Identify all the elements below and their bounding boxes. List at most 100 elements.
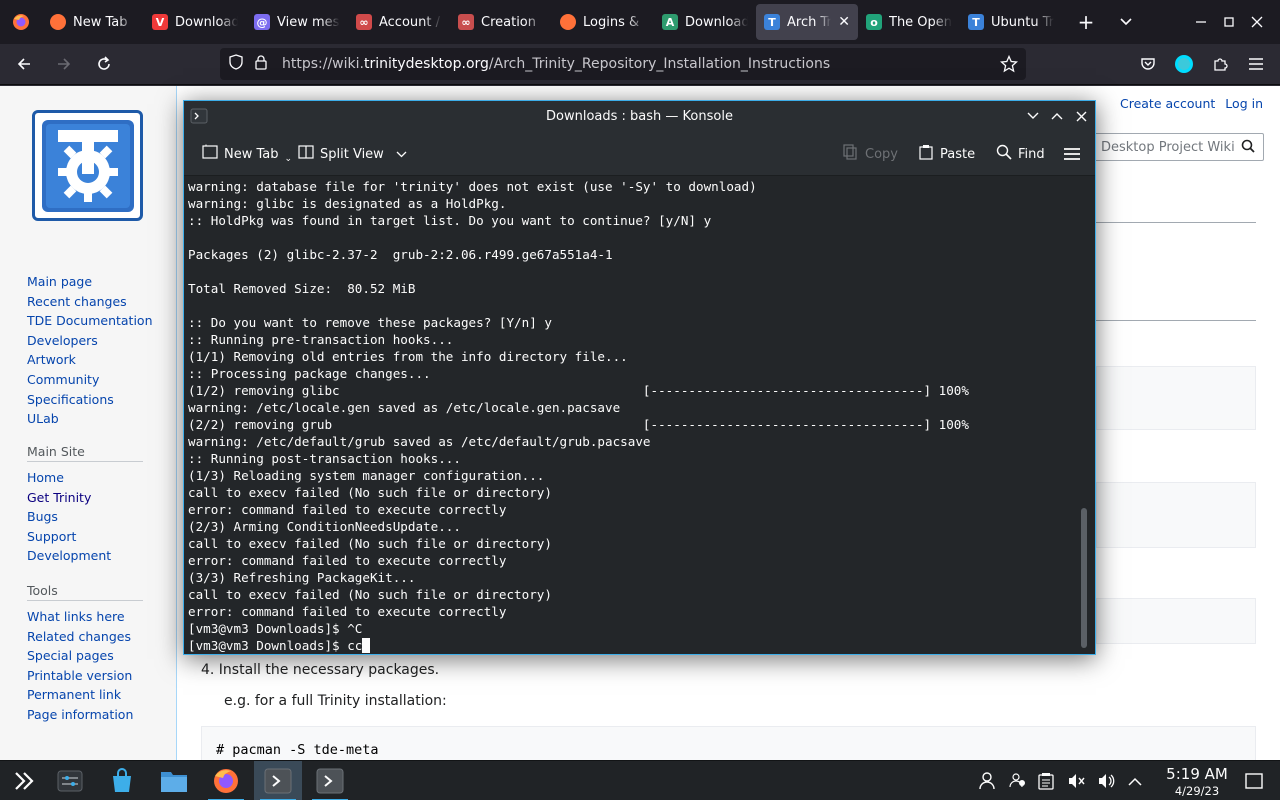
sidebar-item-permanent-link[interactable]: Permanent link (27, 685, 143, 705)
volume-icon[interactable] (1094, 769, 1118, 793)
sidebar-item-tde-documentation[interactable]: TDE Documentation (27, 311, 153, 331)
clock-date: 4/29/23 (1174, 784, 1220, 798)
account-avatar-icon[interactable] (1172, 52, 1196, 76)
reload-icon[interactable] (86, 48, 122, 80)
terminal-line: :: Running post-transaction hooks... (188, 451, 461, 466)
copy-label: Copy (865, 146, 898, 162)
create-account-link[interactable]: Create account (1120, 96, 1215, 111)
sidebar-item-development[interactable]: Development (27, 546, 143, 566)
konsole-taskbar-icon-2[interactable] (306, 761, 354, 800)
log-in-link[interactable]: Log in (1225, 96, 1263, 111)
tab-6[interactable]: A Download (654, 4, 756, 40)
terminal-line: (3/3) Refreshing PackageKit... (188, 570, 416, 585)
konsole-close-icon[interactable] (1072, 107, 1090, 125)
pocket-icon[interactable] (1136, 52, 1160, 76)
users-switch-icon[interactable] (1006, 769, 1030, 793)
tray-expand-chevron-icon[interactable] (1123, 769, 1147, 793)
tab-title: The Open (889, 14, 952, 30)
konsole-taskbar-icon[interactable] (254, 761, 302, 800)
digital-clock[interactable]: 5:19 AM 4/29/23 (1152, 765, 1242, 798)
sidebar-item-artwork[interactable]: Artwork (27, 350, 153, 370)
clipboard-icon[interactable] (1034, 769, 1058, 793)
tab-8[interactable]: o The Open (858, 4, 960, 40)
sidebar-item-page-information[interactable]: Page information (27, 705, 143, 725)
split-view-button[interactable]: Split View (298, 143, 407, 165)
sidebar-item-developers[interactable]: Developers (27, 331, 153, 351)
show-desktop-icon[interactable] (1242, 769, 1266, 793)
konsole-titlebar[interactable]: Downloads : bash — Konsole (184, 101, 1095, 131)
tab-9[interactable]: T Ubuntu Trinity (960, 4, 1062, 40)
user-icon[interactable] (975, 769, 999, 793)
konsole-hamburger-menu-icon[interactable] (1063, 143, 1081, 165)
tab-3[interactable]: ∞ Account / (348, 4, 450, 40)
tab-strip: New Tab V Downloads @ View message ∞ Account /… (42, 4, 1062, 40)
lock-icon[interactable] (254, 54, 268, 74)
file-manager-icon[interactable] (150, 761, 198, 800)
paste-button[interactable]: Paste (918, 143, 975, 165)
konsole-maximize-chevron-icon[interactable] (1048, 107, 1066, 125)
search-icon[interactable] (1241, 139, 1255, 157)
sidebar-item-get-trinity[interactable]: Get Trinity (27, 488, 143, 508)
tab-7[interactable]: T Arch Trinity ✕ (756, 4, 858, 40)
find-button[interactable]: Find (996, 143, 1045, 165)
sidebar-item-main-page[interactable]: Main page (27, 272, 153, 292)
hamburger-menu-icon[interactable] (1244, 52, 1268, 76)
new-tab-plus-icon[interactable]: + (1066, 4, 1106, 40)
tab-5[interactable]: Logins & (552, 4, 654, 40)
sidebar-item-bugs[interactable]: Bugs (27, 507, 143, 527)
sidebar-item-recent-changes[interactable]: Recent changes (27, 292, 153, 312)
tracking-shield-icon[interactable] (228, 54, 244, 74)
url-bar[interactable]: https://wiki.trinitydesktop.org/Arch_Tri… (220, 48, 1026, 80)
tab-list-chevron-icon[interactable] (1106, 4, 1146, 40)
terminal-line: (1/3) Reloading system manager configura… (188, 468, 545, 483)
terminal-output[interactable]: warning: database file for 'trinity' doe… (188, 178, 1078, 654)
volume-muted-icon[interactable] (1064, 769, 1088, 793)
konsole-app-icon[interactable] (190, 107, 208, 125)
terminal-line: warning: /etc/locale.gen saved as /etc/l… (188, 400, 621, 415)
system-settings-icon[interactable] (46, 761, 94, 800)
new-tab-button[interactable]: New Tab ⌄ (202, 143, 292, 165)
terminal-line: (2/2) removing grub [-------------------… (188, 417, 969, 432)
back-arrow-icon[interactable] (6, 48, 42, 80)
sidebar-item-special-pages[interactable]: Special pages (27, 646, 143, 666)
sidebar-item-community[interactable]: Community (27, 370, 153, 390)
sidebar-item-ulab[interactable]: ULab (27, 409, 153, 429)
sidebar-item-support[interactable]: Support (27, 527, 143, 547)
code-block (1096, 482, 1256, 548)
bookmark-star-icon[interactable] (999, 54, 1019, 77)
tab-close-icon[interactable]: ✕ (838, 14, 850, 30)
tab-0[interactable]: New Tab (42, 4, 144, 40)
trinity-icon: T (764, 14, 780, 30)
trinity-logo[interactable] (32, 110, 143, 221)
sidebar-item-home[interactable]: Home (27, 468, 143, 488)
copy-button[interactable]: Copy (843, 143, 898, 165)
forward-arrow-icon[interactable] (46, 48, 82, 80)
sidebar-item-specifications[interactable]: Specifications (27, 390, 153, 410)
sidebar-tools: Tools What links here Related changes Spec… (27, 583, 143, 725)
terminal-prompt-line[interactable]: [vm3@vm3 Downloads]$ cc (188, 637, 1078, 654)
opensuse-icon: o (866, 14, 882, 30)
tab-4[interactable]: ∞ Creation (450, 4, 552, 40)
terminal-line: error: command failed to execute correct… (188, 502, 507, 517)
extensions-icon[interactable] (1208, 52, 1232, 76)
terminal-scrollbar[interactable] (1081, 508, 1087, 648)
konsole-title: Downloads : bash — Konsole (546, 108, 733, 124)
sidebar-item-printable-version[interactable]: Printable version (27, 666, 143, 686)
wiki-search-input[interactable]: Desktop Project Wiki (1094, 133, 1264, 161)
discover-store-icon[interactable] (98, 761, 146, 800)
application-launcher-icon[interactable] (0, 761, 48, 800)
new-tab-label: New Tab (224, 146, 279, 162)
konsole-minimize-chevron-icon[interactable] (1024, 107, 1042, 125)
firefox-menu-icon[interactable] (0, 0, 42, 44)
sidebar-item-related-changes[interactable]: Related changes (27, 627, 143, 647)
sidebar-item-what-links-here[interactable]: What links here (27, 607, 143, 627)
tab-2[interactable]: @ View message (246, 4, 348, 40)
close-window-icon[interactable] (1240, 0, 1274, 44)
divider (1096, 320, 1256, 321)
firefox-taskbar-icon[interactable] (202, 761, 250, 800)
pacman-command: # pacman -S tde-meta (216, 742, 379, 758)
tab-1[interactable]: V Downloads (144, 4, 246, 40)
terminal-line: :: Processing package changes... (188, 366, 431, 381)
split-view-label: Split View (320, 146, 384, 162)
